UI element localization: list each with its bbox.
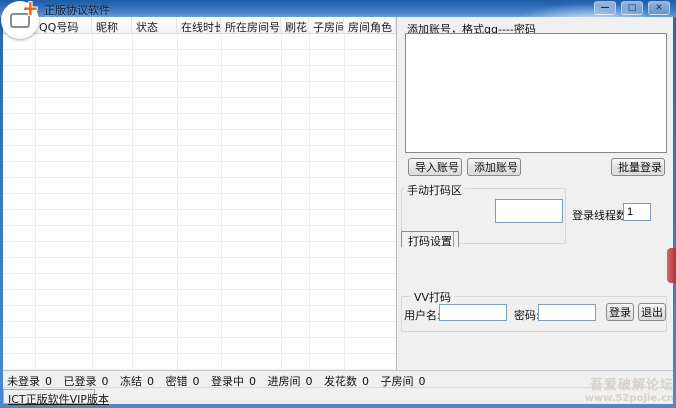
red-edge-tag (667, 248, 676, 283)
batch-login-button[interactable]: 批量登录 (611, 158, 665, 176)
column-header-subroom[interactable]: 子房间 (309, 17, 344, 33)
password-input[interactable] (538, 304, 596, 321)
maximize-button[interactable]: □ (621, 1, 643, 15)
version-label-box: ICT正版软件VIP版本 (3, 389, 95, 404)
column-header-room-number[interactable]: 所在房间号 (221, 17, 281, 33)
close-button[interactable]: ✕ (648, 1, 670, 15)
grid-column-line (221, 34, 222, 370)
window-controls: — □ ✕ (594, 1, 670, 15)
account-table-body[interactable] (3, 34, 396, 370)
screen-capture-overlay-icon[interactable]: + (0, 0, 42, 42)
manual-captcha-group-label: 手动打码区 (404, 182, 465, 198)
column-header-online-time[interactable]: 在线时长 (177, 17, 221, 33)
tab-separator (453, 231, 454, 247)
app-window: 正版协议软件 — □ ✕ QQ号码 昵称 状态 在线时长 所在房间号 刷花 子房… (0, 0, 676, 408)
status-bar: 未登录0 已登录0 冻结0 密错0 登录中0 进房间0 发花数0 子房间0 (3, 370, 673, 387)
version-label: ICT正版软件VIP版本 (8, 393, 109, 406)
import-accounts-button[interactable]: 导入账号 (408, 158, 462, 176)
grid-column-line (309, 34, 310, 370)
login-thread-count-input[interactable] (623, 203, 651, 221)
status-bar-bottom: ICT正版软件VIP版本 (3, 387, 673, 404)
grid-column-line (344, 34, 345, 370)
captcha-service-group-label: VV打码 (411, 289, 454, 305)
login-thread-count-label: 登录线程数 (572, 207, 627, 223)
column-header-status[interactable]: 状态 (132, 17, 177, 33)
grid-column-line (177, 34, 178, 370)
captcha-input[interactable] (495, 199, 563, 223)
tab-captcha-settings[interactable]: 打码设置 (401, 231, 459, 247)
login-button[interactable]: 登录 (606, 303, 634, 321)
username-input[interactable] (439, 304, 507, 321)
grid-column-line (281, 34, 282, 370)
account-table-header: QQ号码 昵称 状态 在线时长 所在房间号 刷花 子房间 房间角色 (3, 17, 396, 34)
account-table: QQ号码 昵称 状态 在线时长 所在房间号 刷花 子房间 房间角色 (3, 17, 397, 370)
column-header-nickname[interactable]: 昵称 (92, 17, 132, 33)
exit-button[interactable]: 退出 (638, 303, 666, 321)
window-title: 正版协议软件 (44, 2, 110, 18)
minimize-button[interactable]: — (594, 1, 616, 15)
password-label: 密码: (514, 307, 540, 323)
grid-column-line (35, 34, 36, 370)
titlebar[interactable]: 正版协议软件 — □ ✕ (0, 0, 676, 17)
accounts-input[interactable] (405, 33, 667, 153)
column-header-flowers[interactable]: 刷花 (281, 17, 309, 33)
grid-column-line (132, 34, 133, 370)
plus-icon: + (22, 0, 39, 20)
control-panel: 添加账号，格式qq----密码 导入账号 添加账号 批量登录 手动打码区 登录线… (397, 17, 673, 370)
client-area: QQ号码 昵称 状态 在线时长 所在房间号 刷花 子房间 房间角色 (3, 17, 673, 404)
username-label: 用户名: (404, 307, 441, 323)
column-header-qq-number[interactable]: QQ号码 (35, 17, 92, 33)
grid-column-line (92, 34, 93, 370)
column-header-room-role[interactable]: 房间角色 (344, 17, 396, 33)
add-account-button[interactable]: 添加账号 (467, 158, 521, 176)
